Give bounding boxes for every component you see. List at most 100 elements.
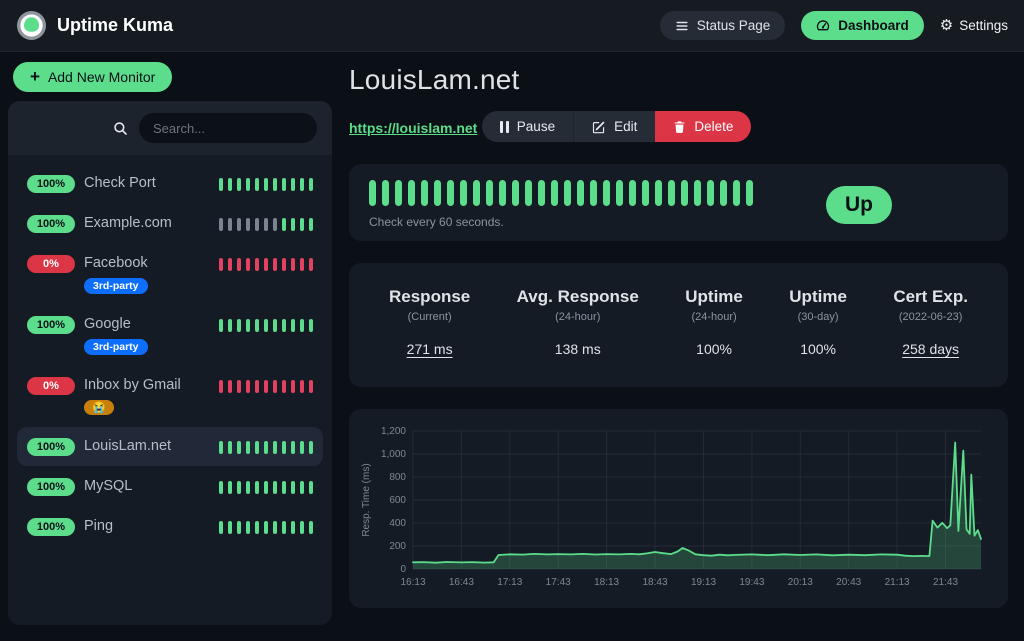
heartbeat-bar <box>237 319 241 332</box>
settings-label: Settings <box>959 18 1008 33</box>
heartbeat-bar <box>264 178 268 191</box>
heartbeat-bar <box>408 180 415 206</box>
heartbeat-bar <box>273 178 277 191</box>
svg-text:18:13: 18:13 <box>594 577 619 588</box>
heartbeat-bar <box>473 180 480 206</box>
delete-button[interactable]: Delete <box>655 111 751 142</box>
edit-label: Edit <box>614 119 637 134</box>
stat-value: 100% <box>789 341 847 357</box>
heartbeat-bar <box>228 380 232 393</box>
uptime-badge: 100% <box>27 438 75 456</box>
monitor-list-item[interactable]: 100% Example.com <box>17 204 323 243</box>
uptime-badge: 100% <box>27 518 75 536</box>
heartbeat-bar <box>309 178 313 191</box>
heartbeat-bar <box>300 380 304 393</box>
edit-button[interactable]: Edit <box>573 111 655 142</box>
heartbeat-bar <box>590 180 597 206</box>
heartbeat-bar <box>525 180 532 206</box>
monitor-emoji-tag: 😭 <box>84 400 114 415</box>
svg-text:21:13: 21:13 <box>885 577 910 588</box>
monitor-list-item[interactable]: 100% Ping <box>17 507 323 546</box>
heartbeat-bar <box>255 258 259 271</box>
monitor-list-item[interactable]: 100% MySQL <box>17 467 323 506</box>
monitor-list-item[interactable]: 100% Check Port <box>17 164 323 203</box>
heartbeat-bar <box>246 441 250 454</box>
mini-heartbeat <box>219 481 313 494</box>
heartbeat-bar <box>273 258 277 271</box>
brand[interactable]: Uptime Kuma <box>16 10 173 41</box>
uptime-badge: 100% <box>27 316 75 334</box>
add-new-monitor-button[interactable]: + Add New Monitor <box>13 62 172 92</box>
heartbeat-bar <box>309 258 313 271</box>
svg-text:20:43: 20:43 <box>836 577 861 588</box>
heartbeat-bar <box>707 180 714 206</box>
heartbeat-bar <box>282 481 286 494</box>
check-interval-text: Check every 60 seconds. <box>369 215 802 229</box>
heartbeat-bar <box>228 441 232 454</box>
heartbeat-bar <box>219 380 223 393</box>
monitor-name: Ping <box>84 517 210 536</box>
heartbeat-bar <box>264 319 268 332</box>
monitor-name: Google <box>84 315 210 334</box>
status-page-button[interactable]: Status Page <box>660 11 786 40</box>
heartbeat-bar <box>237 258 241 271</box>
monitor-action-group: Pause Edit Delete <box>482 111 752 142</box>
monitor-url-link[interactable]: https://louislam.net <box>349 120 477 136</box>
trash-icon <box>673 120 686 134</box>
heartbeat-bar <box>291 258 295 271</box>
svg-text:16:13: 16:13 <box>400 577 425 588</box>
svg-text:0: 0 <box>400 564 406 575</box>
chart-area-fill <box>413 443 981 570</box>
heartbeat-bar <box>291 218 295 231</box>
heartbeat-bar <box>694 180 701 206</box>
uptime-badge: 0% <box>27 377 75 395</box>
heartbeat-bar <box>300 521 304 534</box>
heartbeat-bar <box>273 441 277 454</box>
dashboard-button[interactable]: Dashboard <box>801 11 924 40</box>
svg-text:800: 800 <box>389 472 406 483</box>
monitor-list-item[interactable]: 0% Facebook3rd-party <box>17 244 323 304</box>
svg-text:1,000: 1,000 <box>381 449 406 460</box>
heartbeat-bar <box>282 521 286 534</box>
heartbeat-bar <box>219 258 223 271</box>
heartbeat-bar <box>264 258 268 271</box>
heartbeat-bar <box>564 180 571 206</box>
pause-button[interactable]: Pause <box>482 111 573 142</box>
stat-value: 258 days <box>893 341 968 357</box>
heartbeat-bar <box>264 521 268 534</box>
settings-button[interactable]: ⚙ Settings <box>940 18 1008 33</box>
heartbeat-bar <box>237 178 241 191</box>
heartbeat-bar <box>460 180 467 206</box>
monitor-panel: 100% Check Port 100% Example.com 0% Face… <box>8 101 332 625</box>
heartbeat-bar <box>538 180 545 206</box>
monitor-list: 100% Check Port 100% Example.com 0% Face… <box>8 155 332 556</box>
heartbeat-bar <box>228 218 232 231</box>
heartbeat-bar <box>273 218 277 231</box>
heartbeat-bar <box>577 180 584 206</box>
heartbeat-bar <box>282 258 286 271</box>
heartbeat-bar <box>255 380 259 393</box>
pause-label: Pause <box>517 119 555 134</box>
stat-uptime-24h: Uptime (24-hour) 100% <box>685 287 743 357</box>
monitor-list-item[interactable]: 100% Google3rd-party <box>17 305 323 365</box>
mini-heartbeat <box>219 319 313 332</box>
monitor-name: LouisLam.net <box>84 437 210 456</box>
chart-card: 02004006008001,0001,20016:1316:4317:1317… <box>349 409 1008 608</box>
svg-text:1,200: 1,200 <box>381 426 406 437</box>
heartbeat-bar <box>655 180 662 206</box>
heartbeat-bar <box>246 218 250 231</box>
svg-text:20:13: 20:13 <box>788 577 813 588</box>
monitor-list-item[interactable]: 100% LouisLam.net <box>17 427 323 466</box>
heartbeat-bar <box>219 218 223 231</box>
heartbeat-bar <box>264 380 268 393</box>
heartbeat-bar <box>228 521 232 534</box>
uptime-badge: 100% <box>27 478 75 496</box>
search-input[interactable] <box>139 113 317 143</box>
heartbeat-bar <box>616 180 623 206</box>
monitor-name: MySQL <box>84 477 210 496</box>
heartbeat-bar <box>746 180 753 206</box>
stats-card: Response (Current) 271 ms Avg. Response … <box>349 263 1008 387</box>
monitor-list-item[interactable]: 0% Inbox by Gmail😭 <box>17 366 323 426</box>
stat-value: 271 ms <box>389 341 470 357</box>
gear-icon: ⚙ <box>940 18 953 33</box>
